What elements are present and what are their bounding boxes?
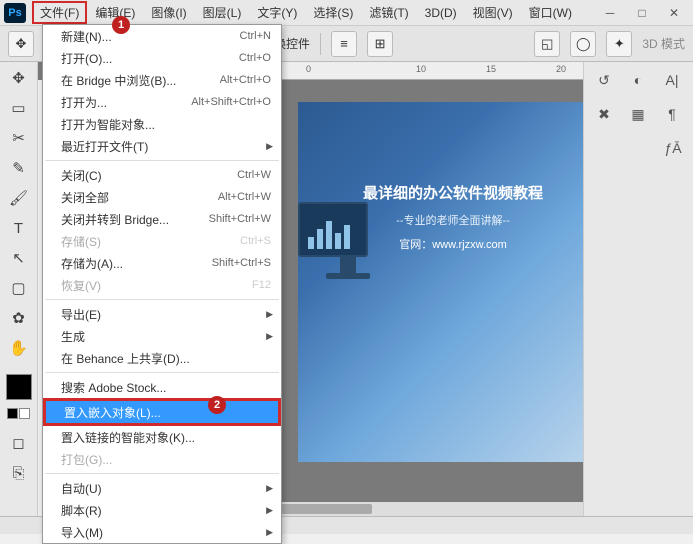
scroll-thumb[interactable] xyxy=(267,504,372,514)
menubar: Ps 文件(F) 编辑(E) 图像(I) 图层(L) 文字(Y) 选择(S) 滤… xyxy=(0,0,693,26)
separator xyxy=(320,33,321,55)
menu-recent[interactable]: 最近打开文件(T) xyxy=(43,135,281,157)
3d-axis-icon[interactable]: ✦ xyxy=(606,31,632,57)
menu-close-all[interactable]: 关闭全部Alt+Ctrl+W xyxy=(43,186,281,208)
menu-3d[interactable]: 3D(D) xyxy=(417,3,465,23)
3d-mode-label: 3D 模式 xyxy=(642,35,685,52)
menu-generate[interactable]: 生成 xyxy=(43,325,281,347)
eyedropper-tool[interactable]: ✎ xyxy=(5,156,33,180)
menu-package: 打包(G)... xyxy=(43,448,281,470)
marquee-tool[interactable]: ▭ xyxy=(5,96,33,120)
poster-link: 官网：www.rjzxw.com xyxy=(348,236,558,252)
rectangle-tool[interactable]: ▢ xyxy=(5,276,33,300)
menu-layer[interactable]: 图层(L) xyxy=(195,1,250,24)
menu-window[interactable]: 窗口(W) xyxy=(521,1,580,24)
menu-behance[interactable]: 在 Behance 上共享(D)... xyxy=(43,347,281,369)
menu-scripts[interactable]: 脚本(R) xyxy=(43,499,281,521)
menu-save-as[interactable]: 存储为(A)...Shift+Ctrl+S xyxy=(43,252,281,274)
menu-open-as[interactable]: 打开为...Alt+Shift+Ctrl+O xyxy=(43,91,281,113)
close-button[interactable]: ✕ xyxy=(659,3,689,23)
app-logo: Ps xyxy=(4,3,26,23)
callout-2: 2 xyxy=(208,396,226,414)
swatches-icon[interactable]: ▦ xyxy=(624,102,652,126)
menu-export[interactable]: 导出(E) xyxy=(43,303,281,325)
brush-tool[interactable]: 🖌 xyxy=(5,186,33,210)
menu-type[interactable]: 文字(Y) xyxy=(249,1,305,24)
separator xyxy=(45,473,279,474)
foreground-swatch[interactable] xyxy=(6,374,32,400)
crop-tool[interactable]: ✂ xyxy=(5,126,33,150)
menu-close-bridge[interactable]: 关闭并转到 Bridge...Shift+Ctrl+W xyxy=(43,208,281,230)
type-tool[interactable]: T xyxy=(5,216,33,240)
align-icon[interactable]: ≡ xyxy=(331,31,357,57)
menu-revert: 恢复(V)F12 xyxy=(43,274,281,296)
default-swatches[interactable] xyxy=(7,408,30,419)
menu-open-smartobj[interactable]: 打开为智能对象... xyxy=(43,113,281,135)
poster-title: 最详细的办公软件视频教程 xyxy=(338,182,568,203)
menu-image[interactable]: 图像(I) xyxy=(143,1,194,24)
tools-icon[interactable]: ✖ xyxy=(590,102,618,126)
separator xyxy=(45,160,279,161)
menu-filter[interactable]: 滤镜(T) xyxy=(361,1,416,24)
window-controls: ─ □ ✕ xyxy=(595,3,689,23)
move-tool-icon[interactable]: ✥ xyxy=(8,31,34,57)
history-icon[interactable]: ↺ xyxy=(590,68,618,92)
minimize-button[interactable]: ─ xyxy=(595,3,625,23)
menu-close-doc[interactable]: 关闭(C)Ctrl+W xyxy=(43,164,281,186)
menu-browse-bridge[interactable]: 在 Bridge 中浏览(B)...Alt+Ctrl+O xyxy=(43,69,281,91)
menu-place-embedded[interactable]: 置入嵌入对象(L)... xyxy=(46,401,278,423)
glyph-icon[interactable]: ƒĀ xyxy=(659,136,687,160)
menu-import[interactable]: 导入(M) xyxy=(43,521,281,543)
poster-subtitle: --专业的老师全面讲解-- xyxy=(348,212,558,228)
3d-box-icon[interactable]: ◱ xyxy=(534,31,560,57)
menu-view[interactable]: 视图(V) xyxy=(465,1,521,24)
distribute-icon[interactable]: ⊞ xyxy=(367,31,393,57)
move-tool[interactable]: ✥ xyxy=(5,66,33,90)
maximize-button[interactable]: □ xyxy=(627,3,657,23)
separator xyxy=(45,299,279,300)
menu-place-linked[interactable]: 置入链接的智能对象(K)... xyxy=(43,426,281,448)
menu-open[interactable]: 打开(O)...Ctrl+O xyxy=(43,47,281,69)
separator xyxy=(45,372,279,373)
menu-file[interactable]: 文件(F) xyxy=(32,1,87,24)
path-tool[interactable]: ↖ xyxy=(5,246,33,270)
paragraph-icon[interactable]: ¶ xyxy=(658,102,686,126)
quickmask-tool[interactable]: ◻ xyxy=(5,431,33,455)
right-panel: ↺ ◐ A| ✖ ▦ ¶ ƒĀ xyxy=(583,62,693,516)
menu-select[interactable]: 选择(S) xyxy=(305,1,361,24)
3d-sphere-icon[interactable]: ◯ xyxy=(570,31,596,57)
screenmode-tool[interactable]: ⎘ xyxy=(5,461,33,485)
menu-automate[interactable]: 自动(U) xyxy=(43,477,281,499)
callout-1: 1 xyxy=(112,16,130,34)
hand-tool[interactable]: ✋ xyxy=(5,336,33,360)
left-toolbar: ✥ ▭ ✂ ✎ 🖌 T ↖ ▢ ✿ ✋ ◻ ⎘ xyxy=(0,62,38,516)
document-canvas[interactable]: 最详细的办公软件视频教程 --专业的老师全面讲解-- 官网：www.rjzxw.… xyxy=(298,102,583,462)
menu-adobe-stock[interactable]: 搜索 Adobe Stock... xyxy=(43,376,281,398)
file-menu-dropdown: 新建(N)...Ctrl+N 打开(O)...Ctrl+O 在 Bridge 中… xyxy=(42,24,282,544)
puzzle-tool[interactable]: ✿ xyxy=(5,306,33,330)
menu-save: 存储(S)Ctrl+S xyxy=(43,230,281,252)
menu-new[interactable]: 新建(N)...Ctrl+N xyxy=(43,25,281,47)
char-a-icon[interactable]: A| xyxy=(658,68,686,92)
contrast-icon[interactable]: ◐ xyxy=(624,68,652,92)
